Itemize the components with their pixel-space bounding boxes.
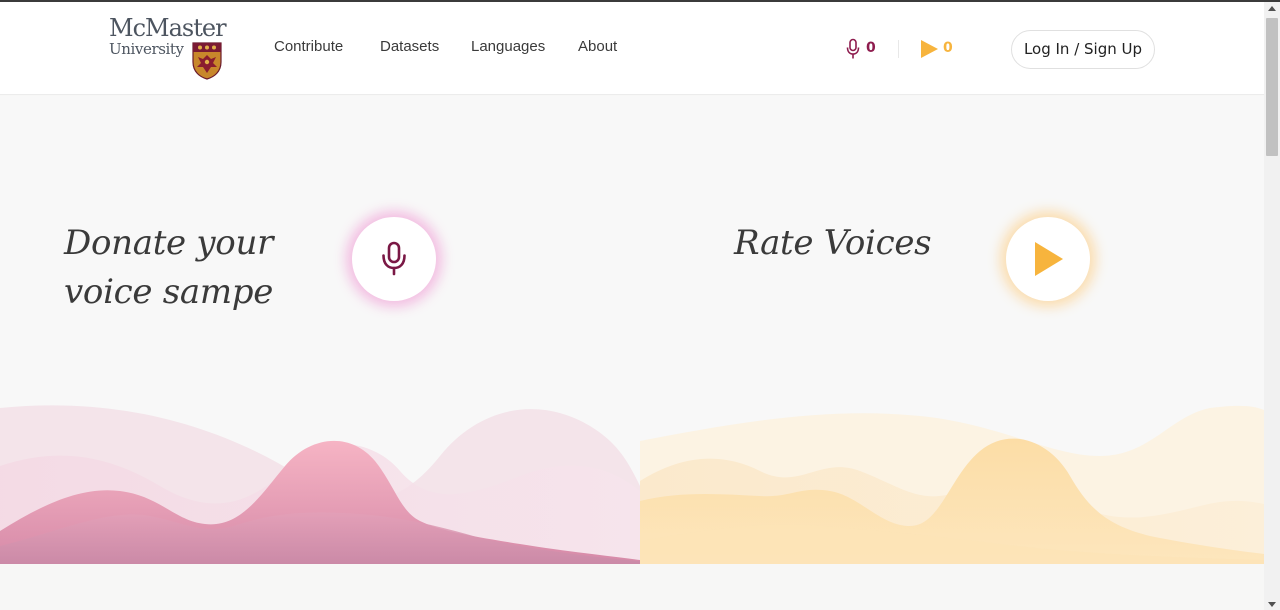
- scroll-down-arrow-icon[interactable]: [1268, 602, 1276, 607]
- speak-heading-line1: Donate your: [64, 223, 274, 263]
- login-signup-button[interactable]: Log In / Sign Up: [1011, 30, 1155, 69]
- page-body-below-hero: [0, 564, 1264, 610]
- nav-languages[interactable]: Languages: [471, 38, 545, 55]
- nav-about[interactable]: About: [578, 38, 617, 55]
- speak-heading: Donate your voice sampe: [64, 219, 273, 317]
- microphone-icon: [846, 38, 860, 59]
- recordings-count: 0: [866, 40, 876, 56]
- mcmaster-logo[interactable]: McMaster University: [109, 14, 227, 80]
- site-header: McMaster University Contribute Datasets …: [0, 2, 1264, 95]
- play-icon: [1035, 242, 1063, 276]
- speak-heading-line2: voice sampe: [64, 272, 274, 312]
- counter-divider: [898, 40, 899, 58]
- logo-wordmark-line2: University: [109, 40, 184, 58]
- validations-count: 0: [943, 40, 953, 56]
- rate-voices-play-button[interactable]: [1006, 217, 1090, 301]
- record-voice-button[interactable]: [352, 217, 436, 301]
- scroll-up-arrow-icon[interactable]: [1268, 6, 1276, 11]
- vertical-scrollbar[interactable]: [1264, 2, 1280, 610]
- decorative-waves: [0, 405, 1264, 564]
- scrollbar-thumb[interactable]: [1266, 18, 1278, 156]
- nav-datasets[interactable]: Datasets: [380, 38, 439, 55]
- crest-icon: [192, 42, 222, 80]
- microphone-icon: [382, 241, 406, 276]
- nav-contribute[interactable]: Contribute: [274, 38, 343, 55]
- listen-heading: Rate Voices: [734, 223, 932, 263]
- hero-section: Donate your voice sampe Rate Voices: [0, 96, 1264, 564]
- yellow-wave-group: [640, 405, 1264, 564]
- pink-wave-group: [0, 405, 640, 564]
- play-icon: [921, 40, 938, 58]
- logo-wordmark-line1: McMaster: [109, 14, 227, 42]
